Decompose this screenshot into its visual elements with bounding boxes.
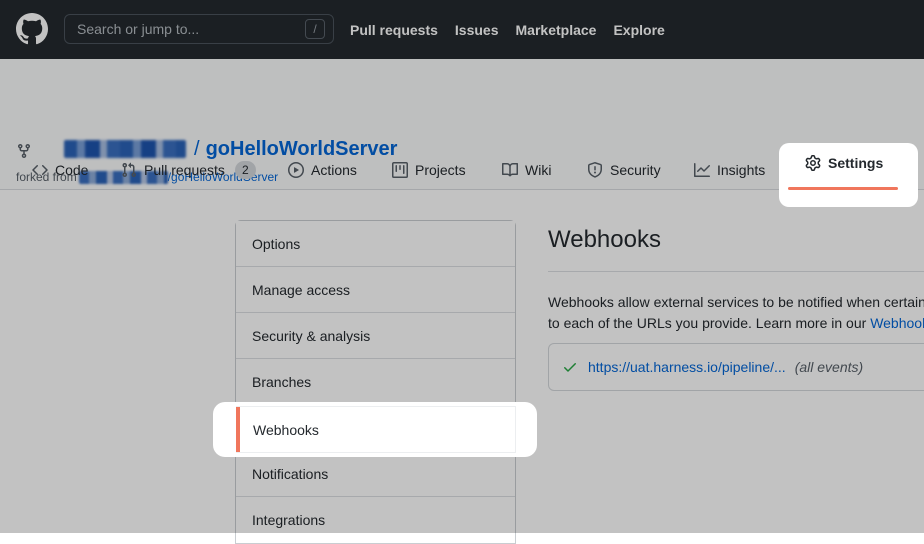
sidebar-item-label: Webhooks [253, 422, 319, 438]
gear-icon [805, 155, 821, 171]
tab-settings[interactable]: Settings [805, 148, 883, 178]
settings-tab-spotlight: Settings [779, 143, 918, 207]
active-tab-underline [788, 187, 898, 190]
github-settings-page: Search or jump to... / Pull requests Iss… [0, 0, 924, 533]
active-item-indicator [236, 407, 240, 452]
webhooks-item-spotlight: Webhooks [213, 402, 537, 457]
sidebar-item-webhooks-active[interactable]: Webhooks [236, 406, 516, 453]
tab-label: Settings [828, 155, 883, 171]
